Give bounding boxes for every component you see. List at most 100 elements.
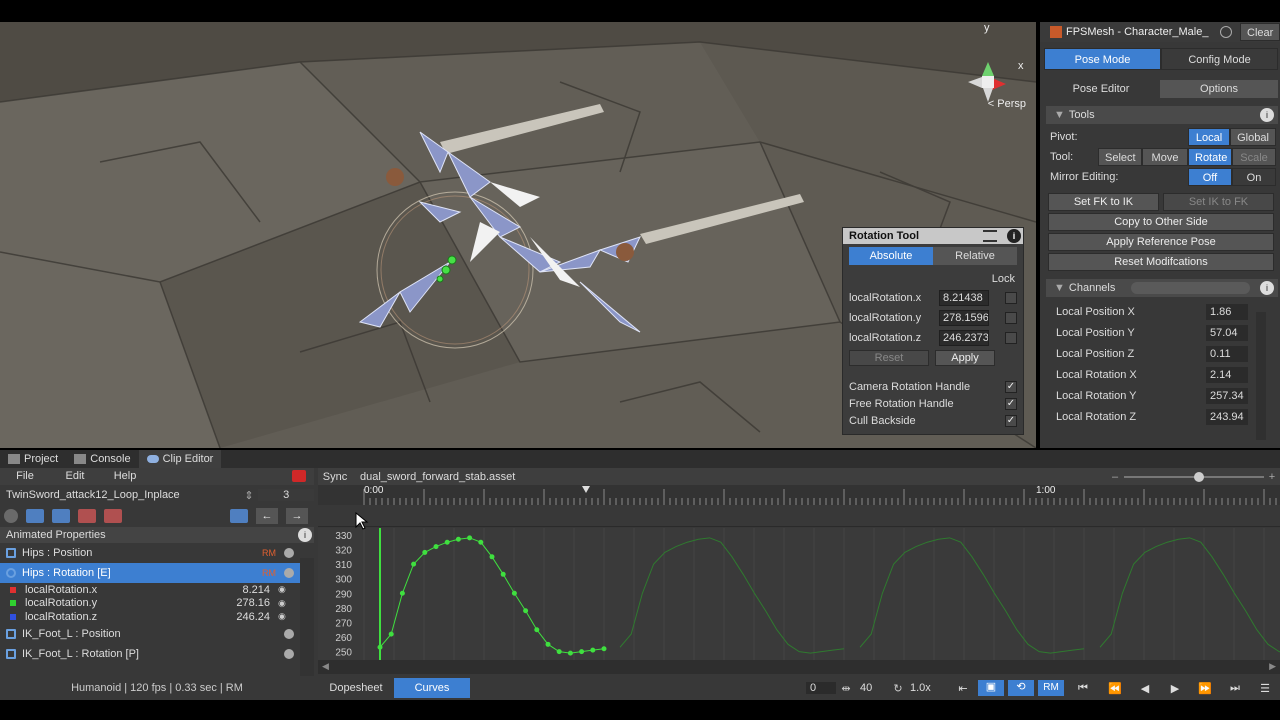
projection-label[interactable]: < Persp	[988, 98, 1026, 110]
gear-icon[interactable]	[284, 628, 294, 639]
gear-icon[interactable]	[284, 548, 294, 558]
range-start-field[interactable]: 0	[806, 682, 836, 694]
visibility-eye-icon[interactable]: ◉	[278, 598, 288, 609]
range-end-field[interactable]: 40	[856, 682, 886, 694]
pivot-local-button[interactable]: Local	[1188, 128, 1230, 146]
gear-icon[interactable]	[284, 648, 294, 659]
property-row[interactable]: IK_Foot_L : Rotation [P]	[0, 644, 300, 664]
mirror-off-button[interactable]: Off	[1188, 168, 1232, 186]
last-frame-icon[interactable]: ⏭	[1220, 682, 1250, 695]
menu-help[interactable]: Help	[100, 468, 150, 485]
channel-search-input[interactable]	[1130, 282, 1250, 294]
add-curve-icon[interactable]	[52, 509, 70, 523]
lock-checkbox[interactable]	[1005, 312, 1017, 324]
option-checkbox[interactable]: ✓	[1005, 397, 1017, 410]
zoom-in-icon[interactable]: +	[1264, 471, 1280, 483]
channel-value-input[interactable]: 57.04	[1206, 324, 1248, 341]
set-fk-to-ik-button[interactable]: Set FK to IK	[1048, 193, 1159, 211]
pivot-global-button[interactable]: Global	[1230, 128, 1276, 146]
apply-button[interactable]: Apply	[935, 350, 995, 366]
record-icon[interactable]	[292, 470, 306, 482]
visibility-eye-icon[interactable]: ◉	[278, 611, 288, 622]
channel-value-input[interactable]: 257.34	[1206, 387, 1248, 404]
property-row[interactable]: Hips : Rotation [E] RM	[0, 563, 300, 583]
zoom-slider-handle[interactable]	[1194, 471, 1204, 482]
tab-options[interactable]: Options	[1160, 80, 1278, 98]
speed-field[interactable]: 1.0x	[910, 682, 950, 694]
timeline-horizontal-scrollbar[interactable]: ◀ ▶	[318, 660, 1280, 674]
menu-icon[interactable]	[983, 230, 997, 242]
tool-rotate-button[interactable]: Rotate	[1188, 148, 1232, 166]
menu-edit[interactable]: Edit	[50, 468, 100, 485]
remove-property-icon[interactable]	[78, 509, 96, 523]
dopesheet-tab[interactable]: Dopesheet	[318, 678, 394, 698]
info-icon[interactable]: i	[1260, 108, 1274, 122]
curves-tab[interactable]: Curves	[394, 678, 470, 698]
reset-button[interactable]: Reset	[849, 350, 929, 366]
curve-view[interactable]: 330 320 310 300 290 280 270 260 250	[318, 528, 1280, 660]
lock-checkbox[interactable]	[1005, 332, 1017, 344]
channel-value-input[interactable]: 0.11	[1206, 345, 1248, 362]
loop-range-icon[interactable]: ▣	[978, 680, 1004, 696]
option-checkbox[interactable]: ✓	[1005, 414, 1017, 427]
relative-mode-button[interactable]: Relative	[933, 247, 1017, 265]
curve-channel-row[interactable]: localRotation.y 278.16 ◉	[0, 597, 300, 611]
event-track[interactable]	[318, 505, 1280, 527]
apply-reference-pose-button[interactable]: Apply Reference Pose	[1048, 233, 1274, 251]
rotation-value-input[interactable]: 8.21438	[939, 290, 989, 306]
rotation-value-input[interactable]: 246.2373	[939, 330, 989, 346]
play-icon[interactable]: ▶	[1160, 682, 1190, 695]
option-checkbox[interactable]: ✓	[1005, 380, 1017, 393]
config-mode-button[interactable]: Config Mode	[1161, 48, 1278, 70]
tab-project[interactable]: Project	[0, 450, 66, 468]
channel-value-input[interactable]: 243.94	[1206, 408, 1248, 425]
sync-button[interactable]: Sync	[318, 471, 352, 483]
channel-value-input[interactable]: 1.86	[1206, 303, 1248, 320]
menu-file[interactable]: File	[0, 468, 50, 485]
layers-icon[interactable]: ☰	[1250, 682, 1280, 695]
new-clip-icon[interactable]	[230, 509, 248, 523]
info-icon[interactable]: i	[1007, 229, 1021, 243]
curve-channel-row[interactable]: localRotation.z 246.24 ◉	[0, 610, 300, 624]
property-row[interactable]: Hips : Position RM	[0, 543, 300, 563]
loop-icon[interactable]: ⟲	[1008, 680, 1034, 696]
remove-curve-icon[interactable]	[104, 509, 122, 523]
clip-selector[interactable]: TwinSword_attack12_Loop_Inplace	[6, 489, 244, 501]
pose-mode-button[interactable]: Pose Mode	[1044, 48, 1161, 70]
lock-checkbox[interactable]	[1005, 292, 1017, 304]
clear-button[interactable]: Clear	[1240, 23, 1280, 41]
root-motion-toggle[interactable]: RM	[1038, 680, 1064, 696]
curve-channel-row[interactable]: localRotation.x 8.214 ◉	[0, 583, 300, 597]
tool-move-button[interactable]: Move	[1142, 148, 1188, 166]
mirror-on-button[interactable]: On	[1232, 168, 1276, 186]
fast-forward-icon[interactable]: ⏩	[1190, 682, 1220, 695]
tools-section-header[interactable]: ▼ Tools i	[1046, 106, 1278, 124]
gear-icon[interactable]	[4, 509, 18, 523]
next-clip-icon[interactable]: →	[286, 508, 308, 524]
copy-to-other-side-button[interactable]: Copy to Other Side	[1048, 213, 1274, 231]
info-icon[interactable]: i	[1260, 281, 1274, 295]
property-row[interactable]: IK_Foot_L : Position	[0, 624, 300, 644]
time-ruler[interactable]: 0:00 1:00	[318, 485, 1280, 505]
first-frame-icon[interactable]: ⏮	[1066, 682, 1100, 695]
tool-select-button[interactable]: Select	[1098, 148, 1142, 166]
zoom-out-icon[interactable]: –	[1112, 471, 1124, 483]
set-ik-to-fk-button[interactable]: Set IK to FK	[1163, 193, 1274, 211]
channel-value-input[interactable]: 2.14	[1206, 366, 1248, 383]
tool-scale-button[interactable]: Scale	[1232, 148, 1276, 166]
tab-console[interactable]: Console	[66, 450, 138, 468]
reset-modifications-button[interactable]: Reset Modifcations	[1048, 253, 1274, 271]
channels-scrollbar[interactable]	[1256, 312, 1266, 440]
tab-pose-editor[interactable]: Pose Editor	[1042, 80, 1160, 98]
range-end-marker-icon[interactable]	[582, 486, 590, 493]
tab-clip-editor[interactable]: Clip Editor	[138, 450, 222, 468]
add-property-icon[interactable]	[26, 509, 44, 523]
settings-icon[interactable]	[1220, 26, 1232, 38]
rewind-icon[interactable]: ⏪	[1100, 682, 1130, 695]
absolute-mode-button[interactable]: Absolute	[849, 247, 933, 265]
go-to-start-icon[interactable]: ⇤	[950, 682, 976, 695]
previous-frame-icon[interactable]: ◀	[1130, 682, 1160, 695]
rotation-value-input[interactable]: 278.1596	[939, 310, 989, 326]
gear-icon[interactable]	[284, 568, 294, 578]
visibility-eye-icon[interactable]: ◉	[278, 584, 288, 595]
